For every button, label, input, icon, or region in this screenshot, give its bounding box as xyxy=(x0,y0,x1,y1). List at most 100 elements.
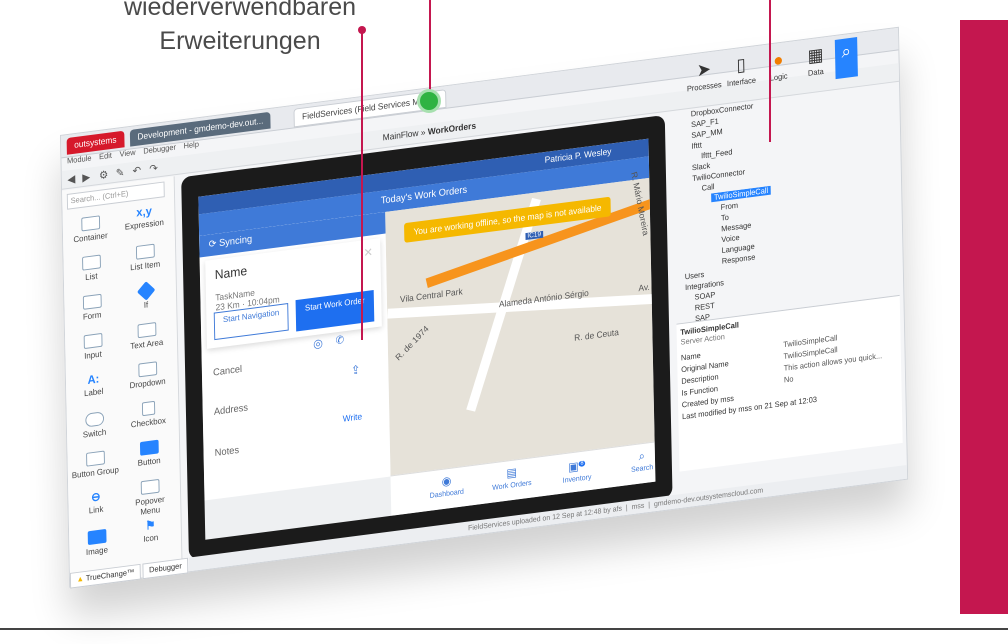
widget-button-group[interactable]: Button Group xyxy=(69,449,121,481)
widget-label: Popover Menu xyxy=(135,493,165,517)
widget-switch[interactable]: Switch xyxy=(69,409,121,441)
redo-icon[interactable]: ↷ xyxy=(149,162,158,176)
device-preview: Patricia P. Wesley Today's Work Orders Y… xyxy=(181,114,673,560)
widget-text-area[interactable]: Text Area xyxy=(121,320,173,352)
card-name: Name xyxy=(214,263,248,283)
widget-label: Button xyxy=(137,455,161,468)
label-icon: A: xyxy=(87,371,100,387)
bottom-rule xyxy=(0,628,1008,630)
widget-label: Text Area xyxy=(130,336,164,351)
data-icon: ▦ xyxy=(807,44,824,67)
debug-icon[interactable]: ✎ xyxy=(116,166,125,180)
widget-label-item[interactable]: A: Label xyxy=(68,370,120,400)
widget-popover-menu[interactable]: Popover Menu xyxy=(124,477,176,519)
brand-bar-notch xyxy=(960,0,1008,20)
tree-item-label: Ifttt xyxy=(691,140,702,151)
tree-item-label: Voice xyxy=(721,233,740,245)
close-icon[interactable]: ✕ xyxy=(363,245,373,260)
warning-icon: ▲ xyxy=(76,574,84,584)
tree-item-label: SOAP xyxy=(694,290,716,302)
menu-help[interactable]: Help xyxy=(184,140,199,151)
widget-checkbox[interactable]: Checkbox xyxy=(122,398,174,430)
tree-item-label: Users xyxy=(684,270,705,282)
forward-icon[interactable]: ▶ xyxy=(82,170,90,184)
tree-item-label: To xyxy=(720,212,729,223)
widget-list-item[interactable]: List Item xyxy=(119,242,171,274)
callout-line xyxy=(361,30,363,340)
truechange-label: TrueChange™ xyxy=(85,567,135,583)
street-label: R. de Ceuta xyxy=(574,327,619,343)
gear-icon[interactable]: ⚙ xyxy=(99,168,108,182)
widget-dropdown[interactable]: Dropdown xyxy=(122,359,174,391)
list-icon xyxy=(81,254,101,271)
widget-label: List xyxy=(85,270,98,283)
nav-label: Search xyxy=(630,462,654,474)
nav-dashboard[interactable]: ◉ Dashboard xyxy=(419,470,475,502)
nav-work-orders[interactable]: ▤ Work Orders xyxy=(484,461,540,493)
search-icon: ⌕ xyxy=(841,40,852,62)
widget-button[interactable]: Button xyxy=(123,438,175,470)
brand-bar xyxy=(960,0,1008,614)
nav-inventory[interactable]: ▣ 8 Inventory xyxy=(549,453,605,487)
widget-link[interactable]: ⊖ Link xyxy=(70,488,122,518)
menu-view[interactable]: View xyxy=(120,148,136,159)
back-icon[interactable]: ◀ xyxy=(67,172,75,186)
street-label: R. de 1974 xyxy=(393,323,431,363)
widget-label: List Item xyxy=(130,258,161,273)
dropdown-icon xyxy=(137,361,157,378)
map-view[interactable]: You are working offline, so the map is n… xyxy=(385,171,656,477)
menu-edit[interactable]: Edit xyxy=(99,151,112,161)
inventory-badge: 8 xyxy=(578,460,586,467)
input-icon xyxy=(83,333,103,350)
logic-icon: ● xyxy=(773,49,784,71)
logic-label: Logic xyxy=(769,71,788,83)
widget-input[interactable]: Input xyxy=(67,331,119,363)
widget-label: If xyxy=(143,299,149,310)
nav-search[interactable]: ⌕ Search xyxy=(614,444,656,476)
data-label: Data xyxy=(807,66,824,78)
tab-interface[interactable]: ▯ Interface xyxy=(723,50,759,89)
widget-label: Button Group xyxy=(71,464,119,481)
expression-icon: x,y xyxy=(136,203,152,220)
tab-debugger[interactable]: Debugger xyxy=(142,557,189,580)
tab-logic[interactable]: ● Logic xyxy=(760,45,796,84)
widget-container[interactable]: Container xyxy=(65,213,117,245)
tab-data[interactable]: ▦ Data xyxy=(798,40,834,79)
widget-expression[interactable]: x,y Expression xyxy=(118,202,170,232)
search-tab[interactable]: ⌕ xyxy=(834,37,858,80)
widget-if[interactable]: If xyxy=(120,281,172,313)
caption: wiederverwendbaren Erweiterungen xyxy=(60,0,420,58)
phone-icon[interactable]: ✆ xyxy=(335,333,344,347)
write-link[interactable]: Write xyxy=(343,411,363,423)
undo-icon[interactable]: ↶ xyxy=(132,164,141,178)
run-button[interactable] xyxy=(417,89,441,113)
menu-module[interactable]: Module xyxy=(67,154,92,166)
syncing-label: Syncing xyxy=(218,234,253,250)
tree-item-label: Slack xyxy=(691,161,711,173)
caption-line-2: Erweiterungen xyxy=(159,27,321,55)
device-screen: Patricia P. Wesley Today's Work Orders Y… xyxy=(198,138,656,540)
widget-icon[interactable]: ⚑ Icon xyxy=(125,516,177,546)
widget-label: Checkbox xyxy=(130,415,167,430)
breadcrumb-flow[interactable]: MainFlow xyxy=(383,128,419,142)
logic-tree: DropboxConnector SAP_F1 SAP_MM Ifttt Ifttt_F… xyxy=(672,83,899,390)
tab-processes[interactable]: ➤ Processes xyxy=(686,55,722,94)
text-area-icon xyxy=(137,322,156,339)
widget-label: Expression xyxy=(124,216,165,232)
tab-truechange[interactable]: ▲ TrueChange™ xyxy=(69,563,142,589)
container-icon xyxy=(80,215,100,232)
callout-line xyxy=(429,0,431,96)
widget-list[interactable]: List xyxy=(65,253,117,285)
cancel-label[interactable]: Cancel xyxy=(213,364,242,379)
list-item-icon xyxy=(135,243,155,260)
widget-label: Form xyxy=(82,309,102,322)
widget-image[interactable]: Image xyxy=(71,527,123,559)
share-icon[interactable]: ⇪ xyxy=(351,363,361,378)
widget-label: Link xyxy=(88,503,104,516)
property-value: No xyxy=(783,374,794,385)
breadcrumb-screen[interactable]: WorkOrders xyxy=(428,121,476,137)
widget-form[interactable]: Form xyxy=(66,292,118,324)
location-icon[interactable]: ◎ xyxy=(313,336,323,351)
widget-label: Image xyxy=(85,544,109,558)
widget-palette: Search... (Ctrl+E) Container x,y Expressi… xyxy=(62,176,189,589)
